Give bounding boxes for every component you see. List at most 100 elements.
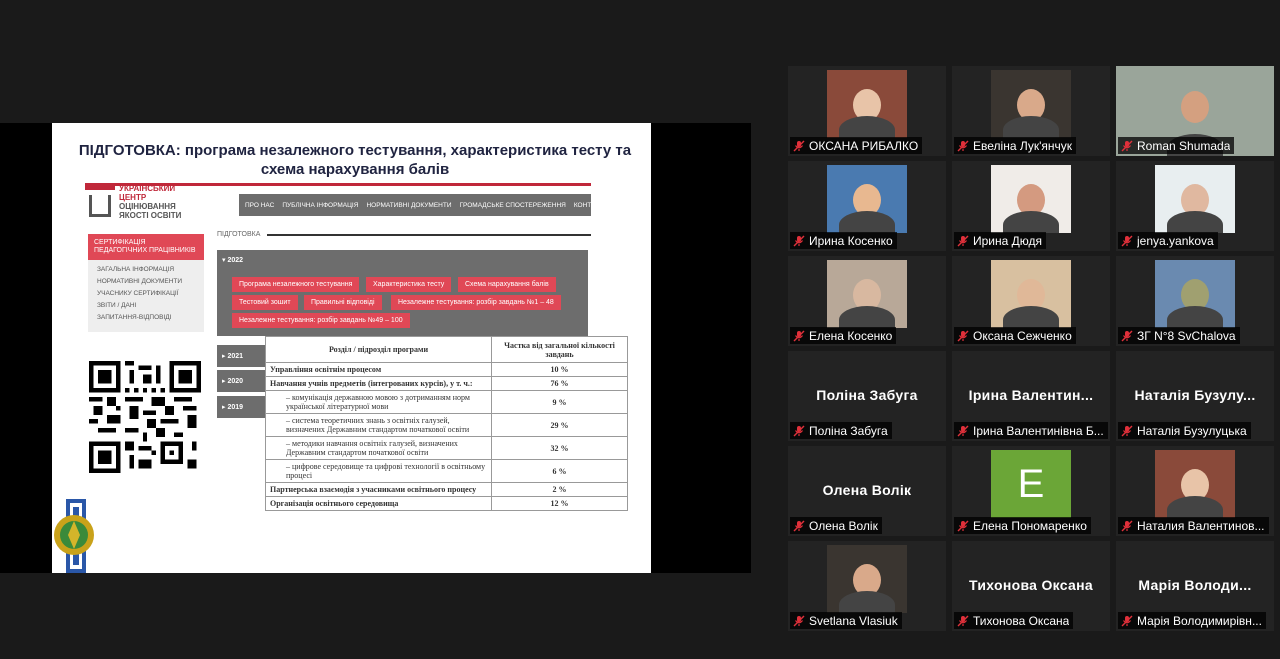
- participant-name: Елена Пономаренко: [973, 518, 1087, 533]
- table-row: – система теоретичних знань з освітніх г…: [265, 413, 628, 437]
- nav-item: КОНТАКТИ: [573, 201, 608, 209]
- participant-video: [827, 165, 907, 233]
- review-1-48-button: Незалежне тестування: розбір завдань №1 …: [391, 295, 561, 310]
- logo-text: УКРАЇНСЬКИЙ ЦЕНТР ОЦІНЮВАННЯ ЯКОСТІ ОСВІ…: [119, 184, 182, 220]
- participant-name: Наталия Валентинов...: [1137, 518, 1265, 533]
- participant-name: Елена Косенко: [809, 328, 893, 343]
- table-row: – методики навчання освітніх галузей, ви…: [265, 436, 628, 460]
- qr-code: [89, 361, 201, 473]
- participant-tile[interactable]: Ирина Дюдя: [952, 161, 1110, 251]
- participant-tile[interactable]: Оксана Сежченко: [952, 256, 1110, 346]
- participant-nameplate: Ірина Валентинівна Б...: [954, 422, 1108, 439]
- site-nav: ПРО НАС ПУБЛІЧНА ІНФОРМАЦІЯ НОРМАТИВНІ Д…: [239, 194, 608, 216]
- participant-nameplate: Ирина Косенко: [790, 232, 897, 249]
- participant-tile[interactable]: Елена Косенко: [788, 256, 946, 346]
- muted-mic-icon: [1121, 520, 1133, 531]
- muted-mic-icon: [957, 615, 969, 626]
- participant-tile[interactable]: E Елена Пономаренко: [952, 446, 1110, 536]
- participant-video: [827, 545, 907, 613]
- ucoz-logo: УКРАЇНСЬКИЙ ЦЕНТР ОЦІНЮВАННЯ ЯКОСТІ ОСВІ…: [85, 183, 205, 220]
- participant-nameplate: Тихонова Оксана: [954, 612, 1074, 629]
- table-row: – комунікація державною мовою з дотриман…: [265, 390, 628, 414]
- table-header: Частка від загальної кількості завдань: [491, 336, 628, 363]
- participant-tile[interactable]: Олена Волік Олена Волік: [788, 446, 946, 536]
- participant-video: [991, 165, 1071, 233]
- participant-tile[interactable]: Ирина Косенко: [788, 161, 946, 251]
- participant-nameplate: jenya.yankova: [1118, 232, 1218, 249]
- participant-tile[interactable]: Тихонова Оксана Тихонова Оксана: [952, 541, 1110, 631]
- nav-item: ПУБЛІЧНА ІНФОРМАЦІЯ: [282, 201, 359, 209]
- year-label: 2022: [227, 257, 244, 264]
- muted-mic-icon: [793, 330, 805, 341]
- participant-name: Марія Володимирівн...: [1137, 613, 1262, 628]
- participant-nameplate: Олена Волік: [790, 517, 882, 534]
- nav-item: ГРОМАДСЬКЕ СПОСТЕРЕЖЕННЯ: [459, 201, 566, 209]
- participant-name: Евеліна Лук'янчук: [973, 138, 1072, 153]
- participant-name: ЗГ N°8 SvChalova: [1137, 328, 1236, 343]
- participant-name: Тихонова Оксана: [973, 613, 1070, 628]
- participant-display-name: Наталія Бузулу...: [1134, 387, 1256, 403]
- muted-mic-icon: [1121, 140, 1133, 151]
- muted-mic-icon: [1121, 615, 1133, 626]
- breadcrumb: ПІДГОТОВКА: [217, 231, 261, 238]
- muted-mic-icon: [793, 140, 805, 151]
- left-menu-item: ЗАПИТАННЯ-ВІДПОВІДІ: [97, 314, 172, 321]
- participant-video: [991, 260, 1071, 328]
- participant-tile[interactable]: Svetlana Vlasiuk: [788, 541, 946, 631]
- test-characteristic-button: Характеристика тесту: [366, 277, 452, 292]
- muted-mic-icon: [957, 520, 969, 531]
- participant-tile[interactable]: Roman Shumada: [1116, 66, 1274, 156]
- muted-mic-icon: [957, 140, 969, 151]
- participant-tile[interactable]: jenya.yankova: [1116, 161, 1274, 251]
- presentation-slide: ПІДГОТОВКА: програма незалежного тестува…: [52, 123, 651, 573]
- scoring-scheme-button: Схема нарахування балів: [458, 277, 556, 292]
- participant-name: Svetlana Vlasiuk: [809, 613, 898, 628]
- year-row-2019: ▸ 2019: [217, 396, 265, 418]
- participant-name: Поліна Забуга: [809, 423, 888, 438]
- table-header: Розділ / підрозділ програми: [265, 336, 492, 363]
- participant-nameplate: Roman Shumada: [1118, 137, 1235, 154]
- left-menu: СЕРТИФІКАЦІЯ ПЕДАГОГІЧНИХ ПРАЦІВНИКІВ ЗА…: [88, 234, 204, 332]
- participant-video: [1155, 165, 1235, 233]
- participant-name: Ирина Дюдя: [973, 233, 1042, 248]
- participant-tile[interactable]: Поліна Забуга Поліна Забуга: [788, 351, 946, 441]
- muted-mic-icon: [1121, 425, 1133, 436]
- participant-nameplate: Поліна Забуга: [790, 422, 892, 439]
- participant-nameplate: Svetlana Vlasiuk: [790, 612, 902, 629]
- year-row-2021: ▸ 2021: [217, 345, 265, 367]
- muted-mic-icon: [957, 425, 969, 436]
- muted-mic-icon: [793, 235, 805, 246]
- participant-avatar: E: [991, 450, 1071, 518]
- table-row: Партнерська взаємодія з учасниками освіт…: [265, 482, 628, 497]
- participant-display-name: Тихонова Оксана: [969, 577, 1093, 593]
- participant-tile[interactable]: ЗГ N°8 SvChalova: [1116, 256, 1274, 346]
- participant-tile[interactable]: Марія Володи... Марія Володимирівн...: [1116, 541, 1274, 631]
- table-row: Організація освітнього середовища 12 %: [265, 496, 628, 511]
- participant-tile[interactable]: Ірина Валентин... Ірина Валентинівна Б...: [952, 351, 1110, 441]
- muted-mic-icon: [793, 425, 805, 436]
- breadcrumb-divider: [267, 234, 591, 236]
- nav-item: НОРМАТИВНІ ДОКУМЕНТИ: [366, 201, 452, 209]
- crest-icon: [54, 499, 94, 573]
- participant-video: [1155, 450, 1235, 518]
- shared-screen: ПІДГОТОВКА: програма незалежного тестува…: [0, 123, 751, 573]
- participant-tile[interactable]: Наталія Бузулу... Наталія Бузулуцька: [1116, 351, 1274, 441]
- muted-mic-icon: [957, 235, 969, 246]
- participant-name: Ірина Валентинівна Б...: [973, 423, 1104, 438]
- participant-tile[interactable]: ОКСАНА РИБАЛКО: [788, 66, 946, 156]
- slide-title: ПІДГОТОВКА: програма незалежного тестува…: [78, 142, 632, 178]
- participant-name: jenya.yankova: [1137, 233, 1214, 248]
- nav-item: ПРО НАС: [245, 201, 275, 209]
- participant-tile[interactable]: Евеліна Лук'янчук: [952, 66, 1110, 156]
- table-row: Навчання учнів предметів (інтегрованих к…: [265, 376, 628, 391]
- participant-tile[interactable]: Наталия Валентинов...: [1116, 446, 1274, 536]
- participant-display-name: Олена Волік: [822, 482, 912, 498]
- answers-button: Правильні відповіді: [304, 295, 382, 310]
- participant-nameplate: Ирина Дюдя: [954, 232, 1046, 249]
- participant-nameplate: Наталія Бузулуцька: [1118, 422, 1251, 439]
- program-share-table: Розділ / підрозділ програми Частка від з…: [265, 336, 628, 511]
- participant-display-name: Марія Володи...: [1138, 577, 1252, 593]
- participant-nameplate: Евеліна Лук'янчук: [954, 137, 1076, 154]
- table-row: Управління освітнім процесом 10 %: [265, 362, 628, 377]
- participant-video: [991, 70, 1071, 138]
